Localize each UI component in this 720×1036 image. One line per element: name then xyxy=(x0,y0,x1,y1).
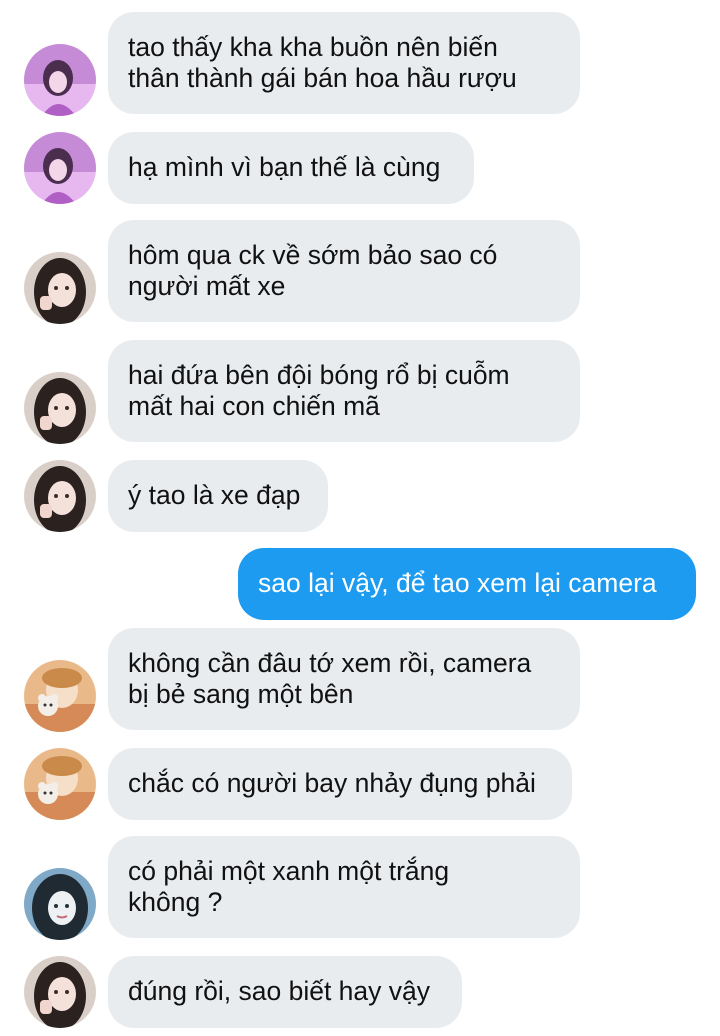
avatar-girl-dark-icon xyxy=(24,372,96,444)
message-bubble[interactable]: không cần đâu tớ xem rồi, camera bị bẻ s… xyxy=(108,628,580,730)
avatar[interactable] xyxy=(24,132,96,204)
message-bubble[interactable]: hai đứa bên đội bóng rổ bị cuỗm mất hai … xyxy=(108,340,580,442)
avatar[interactable] xyxy=(24,252,96,324)
message-bubble[interactable]: chắc có người bay nhảy đụng phải xyxy=(108,748,572,820)
avatar-girl-purple-icon xyxy=(24,132,96,204)
message-bubble[interactable]: hạ mình vì bạn thế là cùng xyxy=(108,132,474,204)
avatar-girl-purple-icon xyxy=(24,44,96,116)
avatar-girl-dark-icon xyxy=(24,252,96,324)
avatar-girl-dark-icon xyxy=(24,460,96,532)
avatar-girl-dark-icon xyxy=(24,956,96,1028)
avatar[interactable] xyxy=(24,460,96,532)
avatar-girl-bear-icon xyxy=(24,660,96,732)
message-bubble[interactable]: hôm qua ck về sớm bảo sao có người mất x… xyxy=(108,220,580,322)
avatar[interactable] xyxy=(24,372,96,444)
avatar[interactable] xyxy=(24,748,96,820)
avatar[interactable] xyxy=(24,868,96,940)
message-bubble-outgoing[interactable]: sao lại vậy, để tao xem lại camera xyxy=(238,548,696,620)
avatar[interactable] xyxy=(24,660,96,732)
message-bubble[interactable]: tao thấy kha kha buồn nên biến thân thàn… xyxy=(108,12,580,114)
avatar-girl-bear-icon xyxy=(24,748,96,820)
chat-thread: tao thấy kha kha buồn nên biến thân thàn… xyxy=(0,0,720,1036)
avatar-girl-blue-icon xyxy=(24,868,96,940)
message-bubble[interactable]: có phải một xanh một trắng không ? xyxy=(108,836,580,938)
message-bubble[interactable]: ý tao là xe đạp xyxy=(108,460,328,532)
avatar[interactable] xyxy=(24,44,96,116)
message-bubble[interactable]: đúng rồi, sao biết hay vậy xyxy=(108,956,462,1028)
avatar[interactable] xyxy=(24,956,96,1028)
